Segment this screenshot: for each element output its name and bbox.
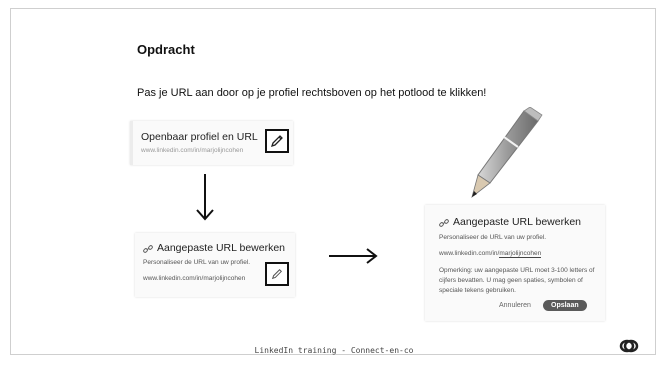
arrow-down-icon bbox=[196, 174, 214, 221]
pencil-icon bbox=[271, 268, 283, 280]
custom-url-input[interactable]: www.linkedin.com/in/marjolijncohen bbox=[439, 250, 542, 258]
slide-instruction: Pas je URL aan door op je profiel rechts… bbox=[137, 87, 487, 99]
dialog-subtitle: Personaliseer de URL van uw profiel. bbox=[439, 234, 547, 241]
url-value[interactable]: marjolijncohen bbox=[499, 250, 542, 258]
slide-footer: LinkedIn training - Connect-en-co bbox=[254, 346, 414, 355]
pencil-icon bbox=[270, 135, 283, 148]
profile-url-text: www.linkedin.com/in/marjolijncohen bbox=[141, 147, 244, 154]
url-prefix: www.linkedin.com/in/ bbox=[439, 250, 500, 257]
slide: Opdracht Pas je URL aan door op je profi… bbox=[10, 8, 656, 355]
edit-profile-url-button[interactable] bbox=[265, 129, 289, 153]
dialog-note: Opmerking: uw aangepaste URL moet 3-100 … bbox=[439, 267, 595, 294]
link-icon bbox=[439, 219, 449, 227]
slide-title: Opdracht bbox=[137, 42, 195, 57]
pencil-illustration bbox=[471, 107, 543, 199]
edit-custom-url-button[interactable] bbox=[265, 262, 289, 286]
arrow-right-icon bbox=[329, 248, 378, 264]
save-button[interactable]: Opslaan bbox=[543, 300, 587, 311]
custom-url-dialog: Aangepaste URL bewerken Personaliseer de… bbox=[425, 205, 605, 321]
dialog-heading: Aangepaste URL bewerken bbox=[453, 216, 582, 228]
custom-url-subtitle-small: Personaliseer de URL van uw profiel. bbox=[143, 259, 251, 266]
link-icon bbox=[143, 245, 153, 253]
custom-url-text-small: www.linkedin.com/in/marjolijncohen bbox=[143, 275, 246, 282]
cancel-button[interactable]: Annuleren bbox=[499, 302, 531, 309]
profile-url-heading: Openbaar profiel en URL bbox=[141, 131, 258, 143]
brand-logo-icon bbox=[619, 339, 639, 353]
custom-url-heading-small: Aangepaste URL bewerken bbox=[157, 242, 286, 254]
